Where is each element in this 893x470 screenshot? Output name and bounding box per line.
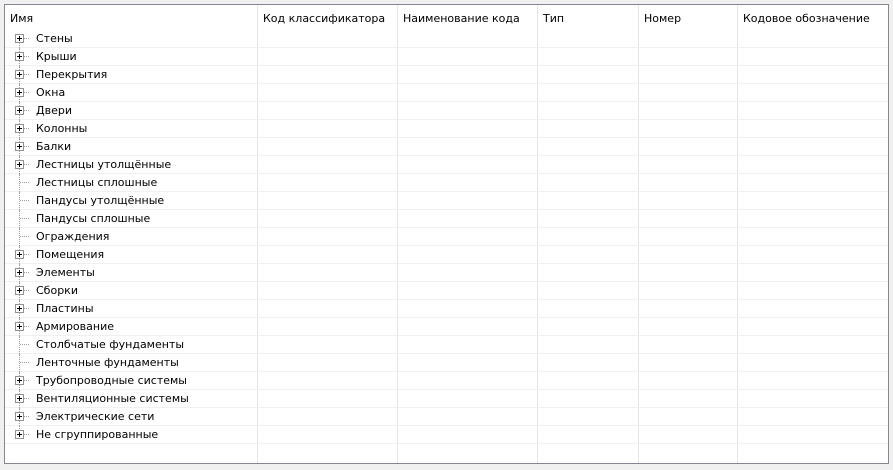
expand-plus-icon[interactable] bbox=[15, 34, 24, 43]
tree-connector bbox=[20, 236, 29, 237]
expand-plus-icon[interactable] bbox=[15, 124, 24, 133]
expand-plus-icon[interactable] bbox=[15, 268, 24, 277]
tree-connector bbox=[19, 336, 20, 354]
tree-row[interactable]: Перекрытия bbox=[5, 66, 888, 84]
tree-row-label: Помещения bbox=[36, 248, 105, 261]
tree-connector bbox=[19, 192, 20, 210]
tree-row[interactable]: Окна bbox=[5, 84, 888, 102]
tree-row-label: Балки bbox=[36, 140, 72, 153]
tree-row-label: Электрические сети bbox=[36, 410, 155, 423]
expand-plus-icon[interactable] bbox=[15, 88, 24, 97]
tree-row-label: Пандусы сплошные bbox=[36, 212, 151, 225]
expand-plus-icon[interactable] bbox=[15, 160, 24, 169]
tree-row[interactable]: Вентиляционные системы bbox=[5, 390, 888, 408]
tree-row-label: Сборки bbox=[36, 284, 78, 297]
expand-plus-icon[interactable] bbox=[15, 286, 24, 295]
tree-row-label: Двери bbox=[36, 104, 72, 117]
column-header-code-designation[interactable]: Кодовое обозначение bbox=[738, 5, 888, 32]
expand-plus-icon[interactable] bbox=[15, 142, 24, 151]
tree-row[interactable]: Столбчатые фундаменты bbox=[5, 336, 888, 354]
tree-connector bbox=[19, 228, 20, 246]
tree-row[interactable]: Двери bbox=[5, 102, 888, 120]
expand-plus-icon[interactable] bbox=[15, 322, 24, 331]
column-header-code-name[interactable]: Наименование кода bbox=[398, 5, 538, 32]
tree-row-label: Армирование bbox=[36, 320, 114, 333]
tree-row[interactable]: Лестницы утолщённые bbox=[5, 156, 888, 174]
tree-row-label: Пластины bbox=[36, 302, 94, 315]
tree-connector bbox=[20, 182, 29, 183]
expand-plus-icon[interactable] bbox=[15, 394, 24, 403]
tree-connector bbox=[20, 362, 29, 363]
tree-row-label: Ограждения bbox=[36, 230, 110, 243]
tree-row[interactable]: Ограждения bbox=[5, 228, 888, 246]
tree-row-label: Столбчатые фундаменты bbox=[36, 338, 185, 351]
expand-plus-icon[interactable] bbox=[15, 250, 24, 259]
tree-row[interactable]: Электрические сети bbox=[5, 408, 888, 426]
tree-connector bbox=[20, 218, 29, 219]
tree-row[interactable]: Балки bbox=[5, 138, 888, 156]
column-header-number[interactable]: Номер bbox=[639, 5, 738, 32]
tree-row-label: Колонны bbox=[36, 122, 88, 135]
expand-plus-icon[interactable] bbox=[15, 430, 24, 439]
expand-plus-icon[interactable] bbox=[15, 304, 24, 313]
column-header-classifier-code[interactable]: Код классификатора bbox=[258, 5, 398, 32]
tree-row-label: Ленточные фундаменты bbox=[36, 356, 179, 369]
tree-row-label: Трубопроводные системы bbox=[36, 374, 187, 387]
tree-connector bbox=[20, 200, 29, 201]
tree-row[interactable]: Сборки bbox=[5, 282, 888, 300]
tree-row[interactable]: Пандусы сплошные bbox=[5, 210, 888, 228]
tree-row[interactable]: Трубопроводные системы bbox=[5, 372, 888, 390]
expand-plus-icon[interactable] bbox=[15, 70, 24, 79]
column-header-row: Имя Код классификатора Наименование кода… bbox=[5, 5, 888, 32]
tree-row[interactable]: Элементы bbox=[5, 264, 888, 282]
tree-row[interactable]: Пластины bbox=[5, 300, 888, 318]
tree-row-label: Пандусы утолщённые bbox=[36, 194, 165, 207]
classifier-tree-view[interactable]: Имя Код классификатора Наименование кода… bbox=[4, 4, 889, 464]
tree-row-label: Вентиляционные системы bbox=[36, 392, 189, 405]
tree-row[interactable]: Колонны bbox=[5, 120, 888, 138]
tree-row-label: Лестницы утолщённые bbox=[36, 158, 172, 171]
tree-row-label: Перекрытия bbox=[36, 68, 108, 81]
tree-row[interactable]: Не сгруппированные bbox=[5, 426, 888, 444]
tree-connector bbox=[19, 210, 20, 228]
tree-row-label: Не сгруппированные bbox=[36, 428, 159, 441]
expand-plus-icon[interactable] bbox=[15, 52, 24, 61]
tree-row[interactable]: Пандусы утолщённые bbox=[5, 192, 888, 210]
tree-connector bbox=[19, 174, 20, 192]
tree-row[interactable]: Лестницы сплошные bbox=[5, 174, 888, 192]
tree-row-label: Стены bbox=[36, 32, 73, 45]
tree-row[interactable]: Ленточные фундаменты bbox=[5, 354, 888, 372]
tree-row[interactable]: Стены bbox=[5, 30, 888, 56]
tree-row[interactable]: Крыши bbox=[5, 48, 888, 66]
tree-connector bbox=[19, 354, 20, 372]
tree-row-label: Окна bbox=[36, 86, 66, 99]
tree-rows: Стены Крыши Перекрытия Окна Двери Колонны Балк… bbox=[5, 30, 888, 444]
tree-row[interactable]: Помещения bbox=[5, 246, 888, 264]
tree-row-label: Лестницы сплошные bbox=[36, 176, 158, 189]
tree-connector bbox=[20, 344, 29, 345]
column-header-name[interactable]: Имя bbox=[5, 5, 258, 32]
expand-plus-icon[interactable] bbox=[15, 412, 24, 421]
tree-row[interactable]: Армирование bbox=[5, 318, 888, 336]
column-header-type[interactable]: Тип bbox=[538, 5, 639, 32]
tree-row-label: Элементы bbox=[36, 266, 95, 279]
expand-plus-icon[interactable] bbox=[15, 106, 24, 115]
expand-plus-icon[interactable] bbox=[15, 376, 24, 385]
tree-row-label: Крыши bbox=[36, 50, 77, 63]
